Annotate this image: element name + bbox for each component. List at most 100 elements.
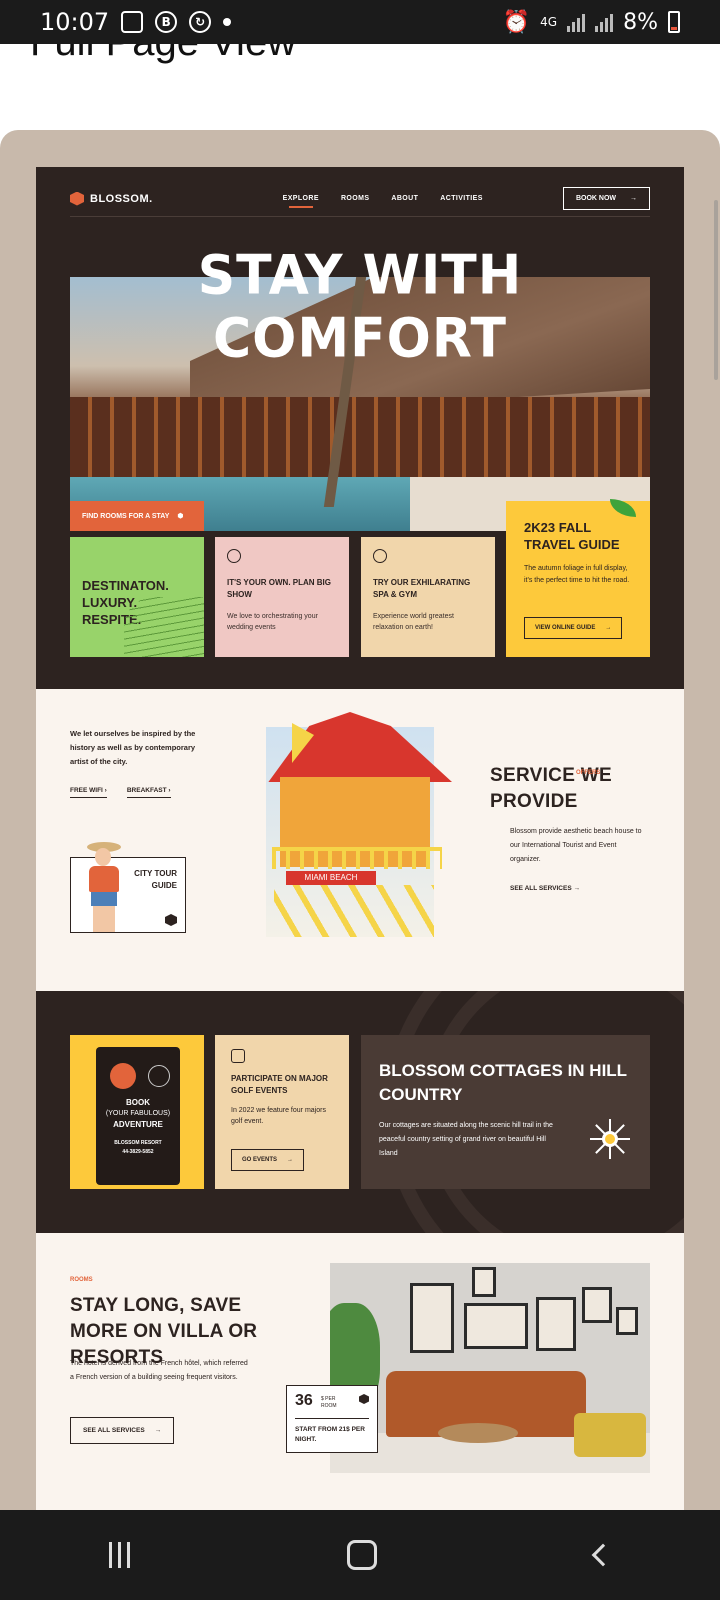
wedding-card[interactable]: IT'S YOUR OWN. PLAN BIG SHOW We love to … xyxy=(215,537,349,657)
house-shape xyxy=(70,397,650,487)
shorts-shape xyxy=(91,892,117,906)
golf-icon xyxy=(231,1049,245,1063)
breakfast-label: BREAKFAST xyxy=(126,787,167,798)
board-line3: ADVENTURE xyxy=(113,1120,163,1129)
board-text: BOOK (YOUR FABULOUS) ADVENTURE xyxy=(96,1097,180,1130)
golf-card: PARTICIPATE ON MAJOR GOLF EVENTS In 2022… xyxy=(215,1035,349,1189)
network-type: 4G xyxy=(540,15,558,29)
spa-card[interactable]: TRY OUR EXHILARATING SPA & GYM Experienc… xyxy=(361,537,495,657)
sunburst-icon xyxy=(590,1119,630,1159)
smiley-icon xyxy=(110,1063,136,1089)
leaf-icon xyxy=(610,499,636,517)
nav-about[interactable]: ABOUT xyxy=(391,195,418,202)
golf-title: PARTICIPATE ON MAJOR GOLF EVENTS xyxy=(231,1074,328,1095)
cottages-text: Our cottages are situated along the scen… xyxy=(379,1122,553,1157)
logo-icon xyxy=(70,191,84,206)
destination-card: DESTINATON. LUXURY. RESPITE. xyxy=(70,537,204,657)
see-all-services-label: SEE ALL SERVICES xyxy=(510,885,572,892)
chair-shape xyxy=(574,1413,646,1457)
gallery-icon xyxy=(121,11,144,33)
top-shape xyxy=(89,866,119,892)
home-icon[interactable] xyxy=(347,1540,378,1570)
board-line2: (YOUR FABULOUS) xyxy=(105,1110,171,1117)
arrow-right-icon: → xyxy=(630,195,637,202)
free-wifi-label: FREE WIFI xyxy=(70,787,103,798)
tour-guide-photo xyxy=(81,842,127,932)
wave-pattern xyxy=(124,597,204,657)
back-icon[interactable] xyxy=(591,1543,615,1567)
table-shape xyxy=(438,1423,518,1443)
breakfast-link[interactable]: BREAKFAST › xyxy=(126,787,171,798)
service-title: SERVICE WE PROVIDE xyxy=(490,765,612,812)
golf-text: In 2022 we feature four majors golf even… xyxy=(231,1107,326,1125)
signal-icon xyxy=(567,12,586,32)
badge-icon xyxy=(148,1065,170,1087)
wedding-text: We love to orchestrating your wedding ev… xyxy=(227,613,318,631)
tower-sign: MIAMI BEACH xyxy=(286,871,376,885)
see-all-rooms-label: SEE ALL SERVICES xyxy=(83,1427,145,1434)
battery-level: 8% xyxy=(623,9,658,35)
wedding-title: IT'S YOUR OWN. PLAN BIG SHOW xyxy=(227,578,331,599)
recent-apps-icon[interactable] xyxy=(108,1542,130,1568)
scrollbar[interactable] xyxy=(714,200,718,380)
see-all-services-link[interactable]: SEE ALL SERVICES → xyxy=(510,885,580,892)
lotus-icon xyxy=(373,549,387,563)
battery-icon xyxy=(668,11,680,33)
city-tour-label: CITY TOUR GUIDE xyxy=(134,869,177,890)
frame-art xyxy=(410,1283,454,1353)
price-from: START FROM 21$ PER NIGHT. xyxy=(295,1418,369,1445)
city-tour-card[interactable]: CITY TOUR GUIDE xyxy=(70,842,186,933)
system-nav-bar xyxy=(0,1510,720,1600)
hero-title: STAY WITH COMFORT xyxy=(197,244,523,370)
board-footer: BLOSSOM RESORT 44-3829-5852 xyxy=(96,1139,180,1157)
guide-text: The autumn foliage in full display, it's… xyxy=(524,565,630,584)
guide-title: 2K23 FALL TRAVEL GUIDE xyxy=(524,520,620,552)
brand-name: BLOSSOM. xyxy=(90,192,153,205)
amenity-links: FREE WIFI › BREAKFAST › xyxy=(70,787,171,798)
spa-text: Experience world greatest relaxation on … xyxy=(373,613,454,631)
arrow-right-icon: → xyxy=(605,625,612,631)
tower-rail xyxy=(272,847,442,869)
face-shape xyxy=(95,848,111,866)
signal-icon-2 xyxy=(595,12,614,32)
offers-tag: OFFERS xyxy=(576,770,601,776)
living-room-photo xyxy=(330,1263,650,1473)
cottages-card: BLOSSOM COTTAGES IN HILL COUNTRY Our cot… xyxy=(361,1035,650,1189)
site-nav: BLOSSOM. EXPLORE ROOMS ABOUT ACTIVITIES … xyxy=(70,181,650,217)
book-now-label: BOOK NOW xyxy=(575,195,616,202)
frame-art xyxy=(582,1287,612,1323)
go-events-button[interactable]: GO EVENTS → xyxy=(231,1149,305,1171)
spa-title: TRY OUR EXHILARATING SPA & GYM xyxy=(373,578,471,599)
sun-center xyxy=(602,1131,618,1147)
board-resort: BLOSSOM RESORT xyxy=(114,1140,162,1146)
view-guide-button[interactable]: VIEW ONLINE GUIDE → xyxy=(524,617,623,639)
frame-art xyxy=(464,1303,528,1349)
see-all-rooms-button[interactable]: SEE ALL SERVICES → xyxy=(70,1417,175,1444)
nav-explore[interactable]: EXPLORE xyxy=(283,195,319,208)
website-preview[interactable]: BLOSSOM. EXPLORE ROOMS ABOUT ACTIVITIES … xyxy=(36,167,684,1510)
heart-icon xyxy=(227,549,241,563)
notification-dot-icon xyxy=(223,18,232,26)
legs-shape xyxy=(93,906,115,932)
inspired-text: We let ourselves be inspired by the hist… xyxy=(70,729,196,766)
nav-menu: EXPLORE ROOMS ABOUT ACTIVITIES xyxy=(283,195,483,208)
find-rooms-label: FIND ROOMS FOR A STAY xyxy=(82,512,170,520)
arrow-right-icon: → xyxy=(287,1157,294,1163)
price-tag: 36 $ PER ROOM START FROM 21$ PER NIGHT. xyxy=(286,1385,378,1453)
arrow-right-icon: → xyxy=(154,1427,162,1434)
brand-logo[interactable]: BLOSSOM. xyxy=(70,191,153,206)
board-phone: 44-3829-5852 xyxy=(122,1149,154,1155)
b-app-icon: B xyxy=(155,11,178,33)
book-now-button[interactable]: BOOK NOW → xyxy=(562,187,650,210)
logo-icon xyxy=(165,914,177,926)
price-unit: $ PER ROOM xyxy=(321,1396,337,1409)
service-text: Blossom provide aesthetic beach house to… xyxy=(510,828,642,863)
find-rooms-button[interactable]: FIND ROOMS FOR A STAY ⬢ xyxy=(70,501,204,531)
nav-activities[interactable]: ACTIVITIES xyxy=(440,195,483,202)
free-wifi-link[interactable]: FREE WIFI › xyxy=(70,787,107,798)
logo-small-icon: ⬢ xyxy=(177,513,184,520)
nav-rooms[interactable]: ROOMS xyxy=(341,195,369,202)
tower-legs xyxy=(274,885,434,937)
board-line1: BOOK xyxy=(126,1098,150,1107)
status-time: 10:07 xyxy=(40,8,110,36)
